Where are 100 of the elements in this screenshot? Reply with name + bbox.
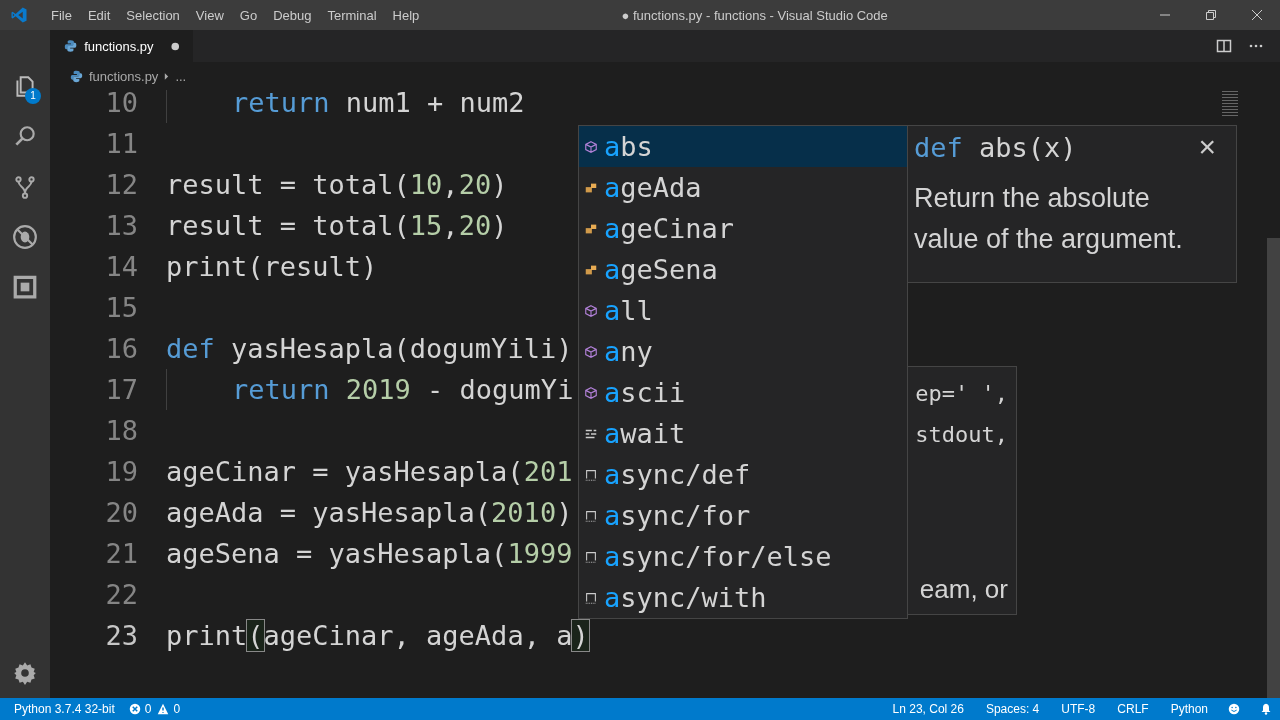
python-file-icon — [70, 69, 83, 83]
code-token: result = total( — [166, 169, 410, 200]
line-number: 21 — [104, 538, 138, 569]
editor-tab[interactable]: functions.py — [50, 30, 193, 62]
menu-item[interactable]: Edit — [79, 7, 119, 23]
line-number: 10 — [104, 90, 138, 118]
code-token: - dogumYi — [426, 374, 574, 405]
code-token: print(result) — [166, 251, 378, 282]
hint-text: stdout, — [915, 421, 1008, 449]
status-item[interactable]: Python — [1170, 702, 1208, 716]
warning-count[interactable]: 0 — [173, 702, 181, 716]
suggestion-item[interactable]: ascii — [579, 372, 907, 413]
code-token: return — [232, 90, 330, 118]
suggestion-item[interactable]: await — [579, 413, 907, 454]
code-token: 20 — [458, 210, 492, 241]
suggestion-item[interactable]: abs — [579, 126, 907, 167]
vscode-logo-icon — [10, 6, 28, 24]
window-title: ● functions.py - functions - Visual Studio Code — [620, 7, 889, 23]
code-token: , — [442, 210, 459, 241]
suggestion-item[interactable]: ageSena — [579, 249, 907, 290]
breadcrumb-item[interactable]: functions.py — [89, 68, 159, 84]
line-number: 17 — [104, 374, 138, 405]
code-token: ) — [491, 169, 508, 200]
code-token: 20 — [458, 169, 492, 200]
modified-dot-icon — [170, 41, 179, 51]
menu-item[interactable]: Go — [231, 7, 266, 23]
line-number: 16 — [104, 333, 138, 364]
bracket-highlight: ) — [572, 620, 589, 651]
cube-icon — [584, 385, 598, 400]
cube-icon — [584, 344, 598, 359]
code-token: ageCinar, ageAda, a — [263, 620, 573, 651]
code-token: ) — [491, 210, 508, 241]
suggestion-item[interactable]: async/def — [579, 454, 907, 495]
line-number: 15 — [104, 292, 138, 323]
line-number: 18 — [104, 415, 138, 446]
code-token: result = total( — [166, 210, 410, 241]
suggestion-item[interactable]: any — [579, 331, 907, 372]
menu-item[interactable]: View — [187, 7, 232, 23]
code-token: , — [442, 169, 459, 200]
status-item[interactable]: Ln 23, Col 26 — [892, 702, 964, 716]
scrollbar-thumb[interactable] — [1267, 238, 1280, 698]
status-item[interactable]: UTF-8 — [1061, 702, 1096, 716]
line-number: 12 — [104, 169, 138, 200]
menu-item[interactable]: Selection — [118, 7, 188, 23]
menu-item[interactable]: File — [43, 7, 80, 23]
code-token: ageCinar = yasHesapla( — [166, 456, 524, 487]
line-number: 20 — [104, 497, 138, 528]
suggestion-item[interactable]: async/for — [579, 495, 907, 536]
chevron-icon — [164, 71, 170, 81]
code-token: print — [166, 620, 248, 651]
cube-icon — [584, 303, 598, 318]
bell-icon[interactable] — [1260, 703, 1272, 715]
suggestion-item[interactable]: all — [579, 290, 907, 331]
line-number: 22 — [104, 579, 138, 610]
line-number: 19 — [104, 456, 138, 487]
bracket-highlight: ( — [247, 620, 264, 651]
warning-icon — [157, 703, 170, 715]
code-token: 1999 — [507, 538, 573, 569]
code-token: ageSena = yasHesapla( — [166, 538, 508, 569]
menu-item[interactable]: Terminal — [319, 7, 385, 23]
hint-text: ep=' ', — [915, 380, 1008, 408]
suggestion-item[interactable]: ageCinar — [579, 208, 907, 249]
menu-item[interactable]: Debug — [265, 7, 320, 23]
code-token: num1 + num2 — [344, 90, 525, 118]
code-token: 2010 — [491, 497, 557, 528]
code-token: 10 — [409, 169, 443, 200]
code-token: yasHesapla(dogumYili) — [230, 333, 573, 364]
smiley-icon[interactable] — [1228, 703, 1240, 715]
line-number: 11 — [104, 128, 138, 159]
notification-badge: 1 — [25, 88, 41, 104]
documentation-text: Return the absolute value of the argument. — [914, 182, 1184, 256]
code-token: 201 — [523, 456, 573, 487]
code-token: return — [232, 374, 330, 405]
error-count[interactable]: 0 — [144, 702, 152, 716]
code-token: 2019 — [344, 374, 411, 405]
code-token: 15 — [409, 210, 443, 241]
snippet-icon — [584, 590, 598, 605]
snippet-icon — [584, 549, 598, 564]
signature: def abs(x) — [914, 131, 1077, 163]
line-number: 14 — [104, 251, 138, 282]
split-editor-icon[interactable] — [1216, 38, 1232, 54]
suggestion-item[interactable]: async/with — [579, 577, 907, 618]
suggestion-item[interactable]: async/for/else — [579, 536, 907, 577]
hint-text: eam, or — [919, 573, 1008, 606]
interpreter-status[interactable]: Python 3.7.4 32-bit — [14, 702, 115, 716]
status-item[interactable]: Spaces: 4 — [985, 702, 1040, 716]
error-icon — [128, 703, 141, 715]
line-number: 23 — [104, 620, 138, 651]
status-item[interactable]: CRLF — [1117, 702, 1149, 716]
snippet-icon — [584, 467, 598, 482]
close-button[interactable]: × — [1184, 130, 1230, 164]
suggestion-item[interactable]: ageAda — [579, 167, 907, 208]
snippet-icon — [584, 508, 598, 523]
python-file-icon — [64, 39, 78, 53]
code-token: ) — [556, 497, 573, 528]
line-number: 13 — [104, 210, 138, 241]
code-token: def — [166, 333, 215, 364]
cube-icon — [584, 139, 598, 154]
menu-item[interactable]: Help — [384, 7, 428, 23]
breadcrumb-item[interactable]: ... — [175, 68, 187, 84]
